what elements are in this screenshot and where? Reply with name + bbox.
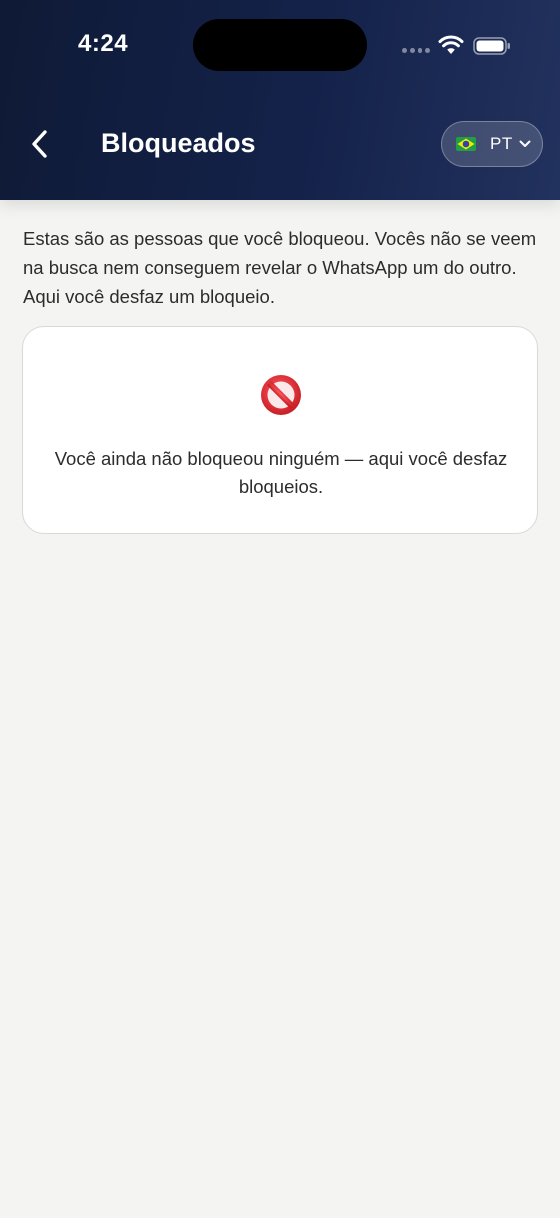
chevron-left-icon	[32, 130, 47, 158]
dynamic-island	[193, 19, 367, 71]
app-header: 4:24 Bloqueados PT	[0, 0, 560, 200]
cellular-signal-icon	[402, 48, 430, 54]
empty-state-message: Você ainda não bloqueou ninguém — aqui v…	[54, 448, 508, 497]
prohibited-icon	[261, 375, 301, 415]
language-selector-button[interactable]: PT	[441, 121, 543, 167]
language-label: PT	[490, 134, 513, 153]
status-bar-time: 4:24	[78, 30, 129, 57]
battery-icon	[473, 37, 510, 55]
back-button[interactable]	[26, 126, 56, 162]
wifi-icon	[438, 35, 464, 54]
brazil-flag-icon	[456, 137, 476, 151]
chevron-down-icon	[519, 140, 531, 147]
empty-state-card: Você ainda não bloqueou ninguém — aqui v…	[22, 326, 538, 534]
blocked-users-screen: 4:24 Bloqueados PT Estas são as pessoas …	[0, 0, 560, 1218]
page-title: Bloqueados	[101, 128, 256, 158]
intro-description: Estas são as pessoas que você bloqueou. …	[23, 228, 537, 307]
